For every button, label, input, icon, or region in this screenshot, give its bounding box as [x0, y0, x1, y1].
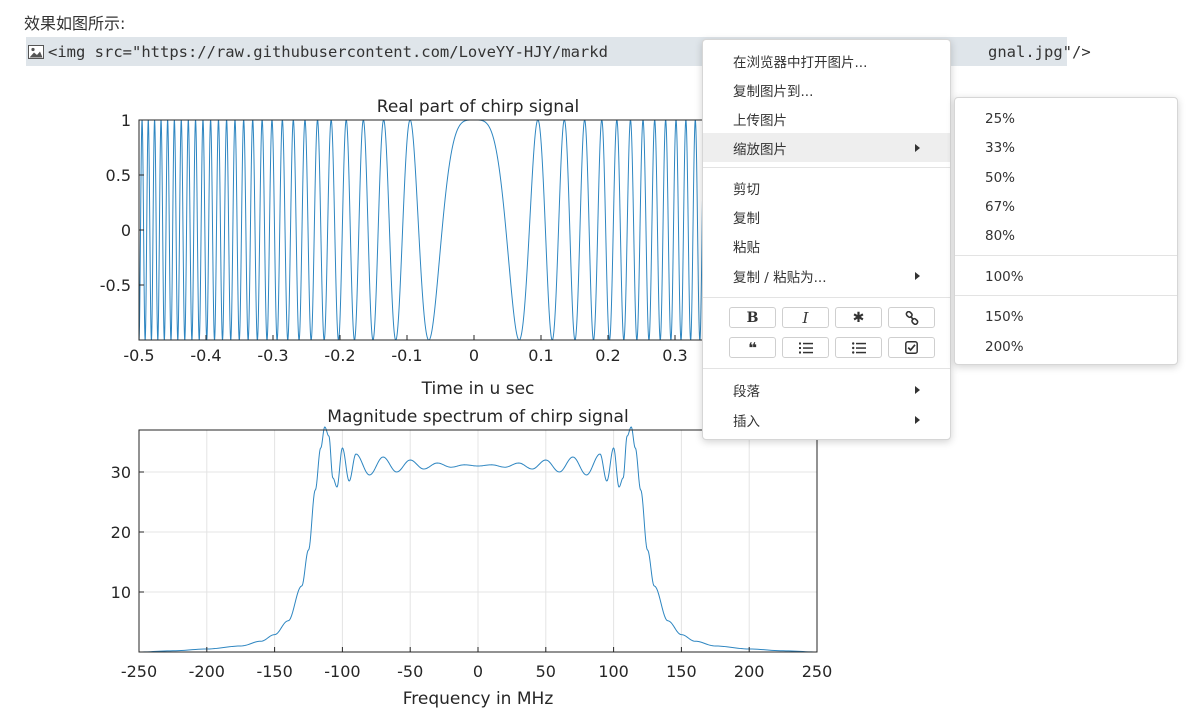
plot2-xtick-label: 150 [666, 662, 697, 681]
menu-item-label: 复制 / 粘贴为... [733, 269, 827, 286]
menu-item-label: 段落 [733, 383, 760, 400]
plot1-xtick-label: 0.1 [528, 346, 553, 365]
unordered-list-button[interactable] [835, 337, 882, 358]
plot1-ytick-label: 0.5 [106, 166, 131, 185]
plot2-title: Magnitude spectrum of chirp signal [327, 407, 628, 427]
plot1-ytick-label: -0.5 [100, 276, 131, 295]
menu-item-paste[interactable]: 粘贴 [703, 231, 950, 260]
plot1-xtick-label: 0 [469, 346, 479, 365]
menu-item-label: 复制图片到... [733, 83, 814, 100]
image-src-code-tail: gnal.jpg"/> [988, 42, 1091, 61]
plot1-xtick-label: -0.5 [123, 346, 154, 365]
zoom-option-80[interactable]: 80% [955, 222, 1177, 249]
menu-item-label: 上传图片 [733, 112, 787, 129]
plot1-xtick-label: 0.3 [662, 346, 687, 365]
menu-item-label: 插入 [733, 413, 760, 430]
plot2-ytick-label: 30 [111, 463, 131, 482]
menu-item-label: 复制 [733, 210, 760, 227]
menu-item-paragraph[interactable]: 段落 [703, 375, 950, 404]
plot1-xtick-label: -0.3 [257, 346, 288, 365]
menu-item-copy[interactable]: 复制 [703, 202, 950, 231]
plot2-ytick-label: 10 [111, 583, 131, 602]
plot2-xtick-label: 0 [473, 662, 483, 681]
plot2-xtick-label: -100 [324, 662, 360, 681]
link-button[interactable] [888, 307, 935, 328]
zoom-option-label: 33% [985, 139, 1016, 156]
zoom-option-200[interactable]: 200% [955, 333, 1177, 360]
unordered-list-icon [851, 341, 866, 354]
submenu-arrow-icon [915, 416, 920, 424]
image-src-code: <img src="https://raw.githubusercontent.… [48, 42, 608, 61]
plot1-xtick-label: -0.1 [391, 346, 422, 365]
plot1-xtick-label: -0.2 [324, 346, 355, 365]
intro-text: 效果如图所示: [24, 14, 126, 33]
ordered-list-button[interactable] [782, 337, 829, 358]
zoom-option-33[interactable]: 33% [955, 134, 1177, 161]
zoom-option-50[interactable]: 50% [955, 164, 1177, 191]
menu-item-insert[interactable]: 插入 [703, 405, 950, 434]
menu-item-zoom-image[interactable]: 缩放图片 [703, 133, 950, 162]
submenu-arrow-icon [915, 386, 920, 394]
submenu-arrow-icon [915, 144, 920, 152]
zoom-option-100[interactable]: 100% [955, 263, 1177, 290]
bold-icon: B [746, 309, 759, 326]
menu-item-label: 缩放图片 [733, 141, 787, 158]
menu-divider [703, 368, 950, 369]
ordered-list-icon [798, 342, 813, 354]
zoom-option-25[interactable]: 25% [955, 105, 1177, 132]
menu-divider [703, 297, 950, 298]
plot1-xtick-label: -0.4 [190, 346, 221, 365]
zoom-submenu: 25% 33% 50% 67% 80% 100% 150% 200% [954, 97, 1178, 365]
link-icon [905, 310, 919, 325]
menu-item-label: 剪切 [733, 181, 760, 198]
plot1-xtick-label: 0.2 [595, 346, 620, 365]
quote-icon: ❝ [748, 338, 757, 357]
italic-button[interactable]: I [782, 307, 829, 328]
plot1-ytick-label: 1 [121, 111, 131, 130]
menu-item-copy-image-to[interactable]: 复制图片到... [703, 75, 950, 104]
highlight-button[interactable]: ✱ [835, 307, 882, 328]
zoom-option-label: 67% [985, 198, 1016, 215]
menu-item-copy-paste-as[interactable]: 复制 / 粘贴为... [703, 261, 950, 290]
bold-button[interactable]: B [729, 307, 776, 328]
plot2-xtick-label: -250 [121, 662, 157, 681]
menu-item-upload-image[interactable]: 上传图片 [703, 104, 950, 133]
plot2-xtick-label: 50 [536, 662, 556, 681]
zoom-option-150[interactable]: 150% [955, 303, 1177, 330]
plot2-xtick-label: -150 [256, 662, 292, 681]
plot-magnitude-spectrum: Magnitude spectrum of chirp signal -250 -… [111, 407, 833, 709]
italic-icon: I [802, 308, 809, 327]
zoom-option-label: 25% [985, 110, 1016, 127]
task-list-icon [905, 341, 918, 354]
submenu-divider [955, 295, 1177, 296]
zoom-option-label: 200% [985, 338, 1024, 355]
submenu-divider [955, 255, 1177, 256]
plot2-xlabel: Frequency in MHz [403, 689, 554, 709]
plot2-xtick-label: -50 [397, 662, 423, 681]
plot2-xtick-label: 250 [802, 662, 833, 681]
zoom-option-label: 150% [985, 308, 1024, 325]
plot1-title: Real part of chirp signal [377, 97, 579, 117]
asterisk-icon: ✱ [852, 309, 865, 326]
plot2-xtick-label: -200 [189, 662, 225, 681]
zoom-option-label: 80% [985, 227, 1016, 244]
zoom-option-67[interactable]: 67% [955, 193, 1177, 220]
menu-item-label: 粘贴 [733, 239, 760, 256]
menu-item-label: 在浏览器中打开图片... [733, 54, 868, 71]
plot1-ytick-label: 0 [121, 221, 131, 240]
menu-divider [703, 167, 950, 168]
zoom-option-label: 100% [985, 268, 1024, 285]
submenu-arrow-icon [915, 272, 920, 280]
image-icon [28, 44, 44, 59]
menu-item-open-in-browser[interactable]: 在浏览器中打开图片... [703, 46, 950, 75]
zoom-option-label: 50% [985, 169, 1016, 186]
plot2-ytick-label: 20 [111, 523, 131, 542]
plot2-xtick-label: 100 [598, 662, 629, 681]
plot1-xlabel: Time in u sec [421, 379, 535, 399]
plot2-xtick-label: 200 [734, 662, 765, 681]
context-menu: 在浏览器中打开图片... 复制图片到... 上传图片 缩放图片 剪切 复制 粘贴… [702, 39, 951, 440]
task-list-button[interactable] [888, 337, 935, 358]
menu-item-cut[interactable]: 剪切 [703, 173, 950, 202]
quote-button[interactable]: ❝ [729, 337, 776, 358]
